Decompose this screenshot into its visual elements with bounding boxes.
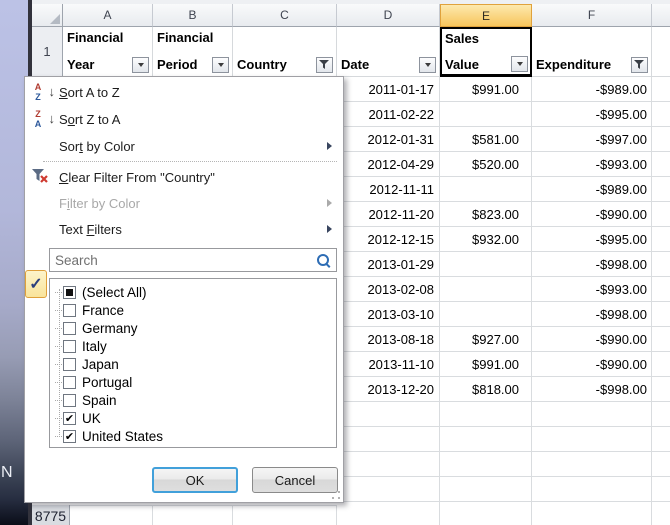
filter-dropdown-button-date[interactable]: [419, 57, 436, 73]
table-row[interactable]: 2012-01-31$581.00-$997.00: [337, 127, 670, 152]
submenu-arrow-icon: [327, 225, 332, 233]
list-item-united-states[interactable]: ✔United States: [50, 427, 336, 445]
list-item-select-all[interactable]: (Select All): [50, 283, 336, 301]
list-item-germany[interactable]: Germany: [50, 319, 336, 337]
table-row[interactable]: 2011-02-22-$995.00: [337, 102, 670, 127]
column-header-c[interactable]: C: [233, 4, 337, 27]
table-row[interactable]: 2012-11-11-$989.00: [337, 177, 670, 202]
cancel-button[interactable]: Cancel: [252, 467, 338, 493]
select-all-corner[interactable]: [32, 4, 63, 27]
row-header-8775[interactable]: 8775: [32, 505, 70, 525]
table-row[interactable]: [337, 402, 670, 427]
submenu-arrow-icon: [327, 199, 332, 207]
checkbox-italy-unchecked[interactable]: [63, 340, 76, 353]
column-header-e-selected[interactable]: E: [440, 4, 532, 27]
sort-az-icon: A Z ↓: [32, 83, 56, 103]
funnel-icon: [319, 60, 330, 70]
filter-funnel-button-expenditure[interactable]: [631, 57, 648, 73]
cell-b1-financial-period[interactable]: Financial Period: [153, 27, 233, 77]
table-row[interactable]: [337, 427, 670, 452]
filter-value-list: (Select All) France Germany Italy Japan …: [49, 278, 337, 448]
table-row[interactable]: 2012-11-20$823.00-$990.00: [337, 202, 670, 227]
column-header-b[interactable]: B: [153, 4, 233, 27]
bottom-cell-c[interactable]: [233, 505, 337, 525]
table-row[interactable]: 2012-12-15$932.00-$995.00: [337, 227, 670, 252]
table-row[interactable]: [337, 452, 670, 477]
bottom-cell-a[interactable]: [70, 505, 153, 525]
column-header-a[interactable]: A: [63, 4, 153, 27]
menu-item-sort-by-color[interactable]: Sort by Color: [25, 133, 343, 159]
table-row[interactable]: [337, 477, 670, 502]
cell-f1-expenditure[interactable]: Expenditure: [532, 27, 652, 77]
checkbox-select-all-mixed[interactable]: [63, 286, 76, 299]
table-row[interactable]: 2011-01-17$991.00-$989.00: [337, 77, 670, 102]
table-row[interactable]: [337, 502, 670, 525]
checkbox-germany-unchecked[interactable]: [63, 322, 76, 335]
cell-g1-partial[interactable]: [652, 27, 670, 77]
menu-item-clear-filter[interactable]: Clear Filter From "Country": [25, 164, 343, 190]
table-row[interactable]: 2013-12-20$818.00-$998.00: [337, 377, 670, 402]
cell-d1-date[interactable]: Date: [337, 27, 440, 77]
desktop-icon-label: N: [1, 464, 13, 482]
column-header-d[interactable]: D: [337, 4, 440, 27]
table-row[interactable]: 2013-02-08-$993.00: [337, 277, 670, 302]
checkbox-france-unchecked[interactable]: [63, 304, 76, 317]
dropdown-arrow-icon: [517, 62, 523, 66]
checkbox-portugal-unchecked[interactable]: [63, 376, 76, 389]
search-icon[interactable]: [317, 254, 329, 266]
check-icon: ✓: [29, 274, 42, 294]
submenu-arrow-icon: [327, 142, 332, 150]
list-item-spain[interactable]: Spain: [50, 391, 336, 409]
menu-item-filter-by-color: Filter by Color: [25, 190, 343, 216]
cell-e1-sales-value-active[interactable]: Sales Value: [440, 27, 532, 77]
filter-funnel-button-country[interactable]: [316, 57, 333, 73]
column-header-g-partial[interactable]: [652, 4, 670, 27]
table-row[interactable]: 2013-01-29-$998.00: [337, 252, 670, 277]
row-header-1[interactable]: 1: [32, 27, 63, 77]
checkbox-uk-checked[interactable]: ✔: [63, 412, 76, 425]
list-item-japan[interactable]: Japan: [50, 355, 336, 373]
list-item-portugal[interactable]: Portugal: [50, 373, 336, 391]
list-item-italy[interactable]: Italy: [50, 337, 336, 355]
screen: N A B C D E F 1 Financial Year Financial…: [0, 0, 670, 525]
country-filter-menu: A Z ↓ Sort A to Z Z A ↓ Sort Z to A Sort…: [24, 76, 344, 503]
filter-dropdown-button-sales[interactable]: [511, 56, 528, 72]
data-grid: 2011-01-17$991.00-$989.00 2011-02-22-$99…: [337, 77, 670, 525]
check-button[interactable]: ✓: [25, 270, 47, 298]
table-row[interactable]: 2013-03-10-$998.00: [337, 302, 670, 327]
cell-c1-country[interactable]: Country: [233, 27, 337, 77]
search-input[interactable]: [49, 248, 337, 272]
table-row[interactable]: 2012-04-29$520.00-$993.00: [337, 152, 670, 177]
checkbox-united-states-checked[interactable]: ✔: [63, 430, 76, 443]
corner-triangle-icon: [50, 14, 60, 24]
dropdown-arrow-icon: [138, 63, 144, 67]
clear-filter-icon: [32, 169, 49, 187]
column-header-f[interactable]: F: [532, 4, 652, 27]
dropdown-arrow-icon: [425, 63, 431, 67]
table-row[interactable]: 2013-08-18$927.00-$990.00: [337, 327, 670, 352]
cell-a1-financial-year[interactable]: Financial Year: [63, 27, 153, 77]
checkbox-japan-unchecked[interactable]: [63, 358, 76, 371]
ok-button[interactable]: OK: [152, 467, 238, 493]
menu-item-sort-a-to-z[interactable]: A Z ↓ Sort A to Z: [25, 79, 343, 106]
sort-za-icon: Z A ↓: [32, 110, 56, 130]
filter-dropdown-button-period[interactable]: [212, 57, 229, 73]
menu-item-text-filters[interactable]: Text Filters: [25, 216, 343, 242]
filter-dropdown-button-year[interactable]: [132, 57, 149, 73]
table-row[interactable]: 2013-11-10$991.00-$990.00: [337, 352, 670, 377]
list-item-france[interactable]: France: [50, 301, 336, 319]
menu-separator: [43, 161, 337, 162]
bottom-cell-b[interactable]: [153, 505, 233, 525]
search-box: [49, 248, 337, 272]
list-item-uk[interactable]: ✔UK: [50, 409, 336, 427]
dropdown-arrow-icon: [218, 63, 224, 67]
funnel-icon: [634, 60, 645, 70]
menu-item-sort-z-to-a[interactable]: Z A ↓ Sort Z to A: [25, 106, 343, 133]
resize-grip[interactable]: [331, 490, 341, 500]
checkbox-spain-unchecked[interactable]: [63, 394, 76, 407]
